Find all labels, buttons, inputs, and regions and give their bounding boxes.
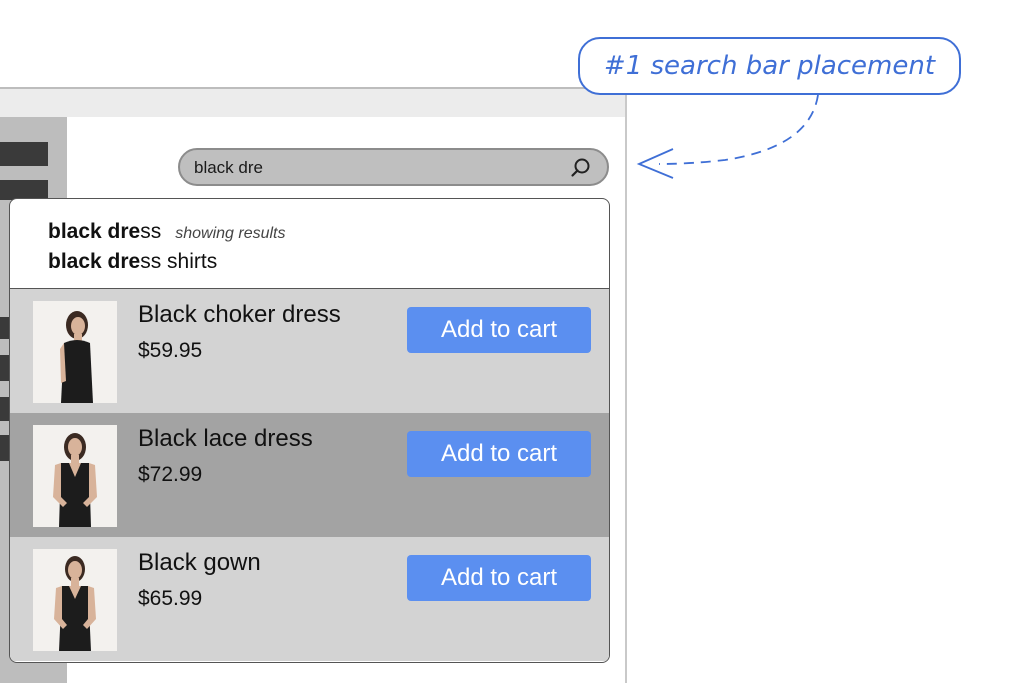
product-name[interactable]: Black lace dress bbox=[138, 425, 313, 453]
search-input[interactable]: black dre bbox=[178, 148, 609, 186]
product-image[interactable] bbox=[33, 549, 117, 651]
annotation-label: #1 search bar placement bbox=[603, 51, 936, 81]
sidebar-block bbox=[0, 142, 48, 166]
browser-toolbar bbox=[0, 87, 626, 117]
product-name[interactable]: Black gown bbox=[138, 549, 261, 577]
product-image[interactable] bbox=[33, 301, 117, 403]
suggestion-list: black dress showing results black dress s… bbox=[10, 199, 609, 289]
result-item[interactable]: Black choker dress $59.95 Add to cart bbox=[10, 289, 609, 413]
search-results-dropdown: black dress showing results black dress s… bbox=[9, 198, 610, 663]
result-item[interactable]: Black gown $65.99 Add to cart bbox=[10, 537, 609, 661]
suggestion-rest: ss shirts bbox=[140, 250, 218, 273]
add-to-cart-button[interactable]: Add to cart bbox=[407, 307, 591, 353]
product-price: $65.99 bbox=[138, 587, 203, 610]
add-to-cart-button[interactable]: Add to cart bbox=[407, 431, 591, 477]
suggestion-match: black dre bbox=[48, 250, 141, 273]
search-icon[interactable] bbox=[569, 156, 593, 180]
suggestion-hint: showing results bbox=[175, 225, 286, 242]
result-item[interactable]: Black lace dress $72.99 Add to cart bbox=[10, 413, 609, 537]
product-image[interactable] bbox=[33, 425, 117, 527]
suggestion-item[interactable]: black dress showing results bbox=[48, 217, 609, 247]
annotation-callout: #1 search bar placement bbox=[578, 37, 961, 95]
product-price: $59.95 bbox=[138, 339, 203, 362]
dashed-arrow-icon bbox=[636, 94, 819, 179]
sidebar-block bbox=[0, 180, 48, 200]
suggestion-item[interactable]: black dress shirts bbox=[48, 247, 609, 277]
suggestion-match: black dre bbox=[48, 220, 141, 243]
search-query[interactable]: black dre bbox=[194, 158, 263, 178]
add-to-cart-button[interactable]: Add to cart bbox=[407, 555, 591, 601]
product-price: $72.99 bbox=[138, 463, 203, 486]
suggestion-rest: ss bbox=[140, 220, 162, 243]
product-name[interactable]: Black choker dress bbox=[138, 301, 341, 329]
